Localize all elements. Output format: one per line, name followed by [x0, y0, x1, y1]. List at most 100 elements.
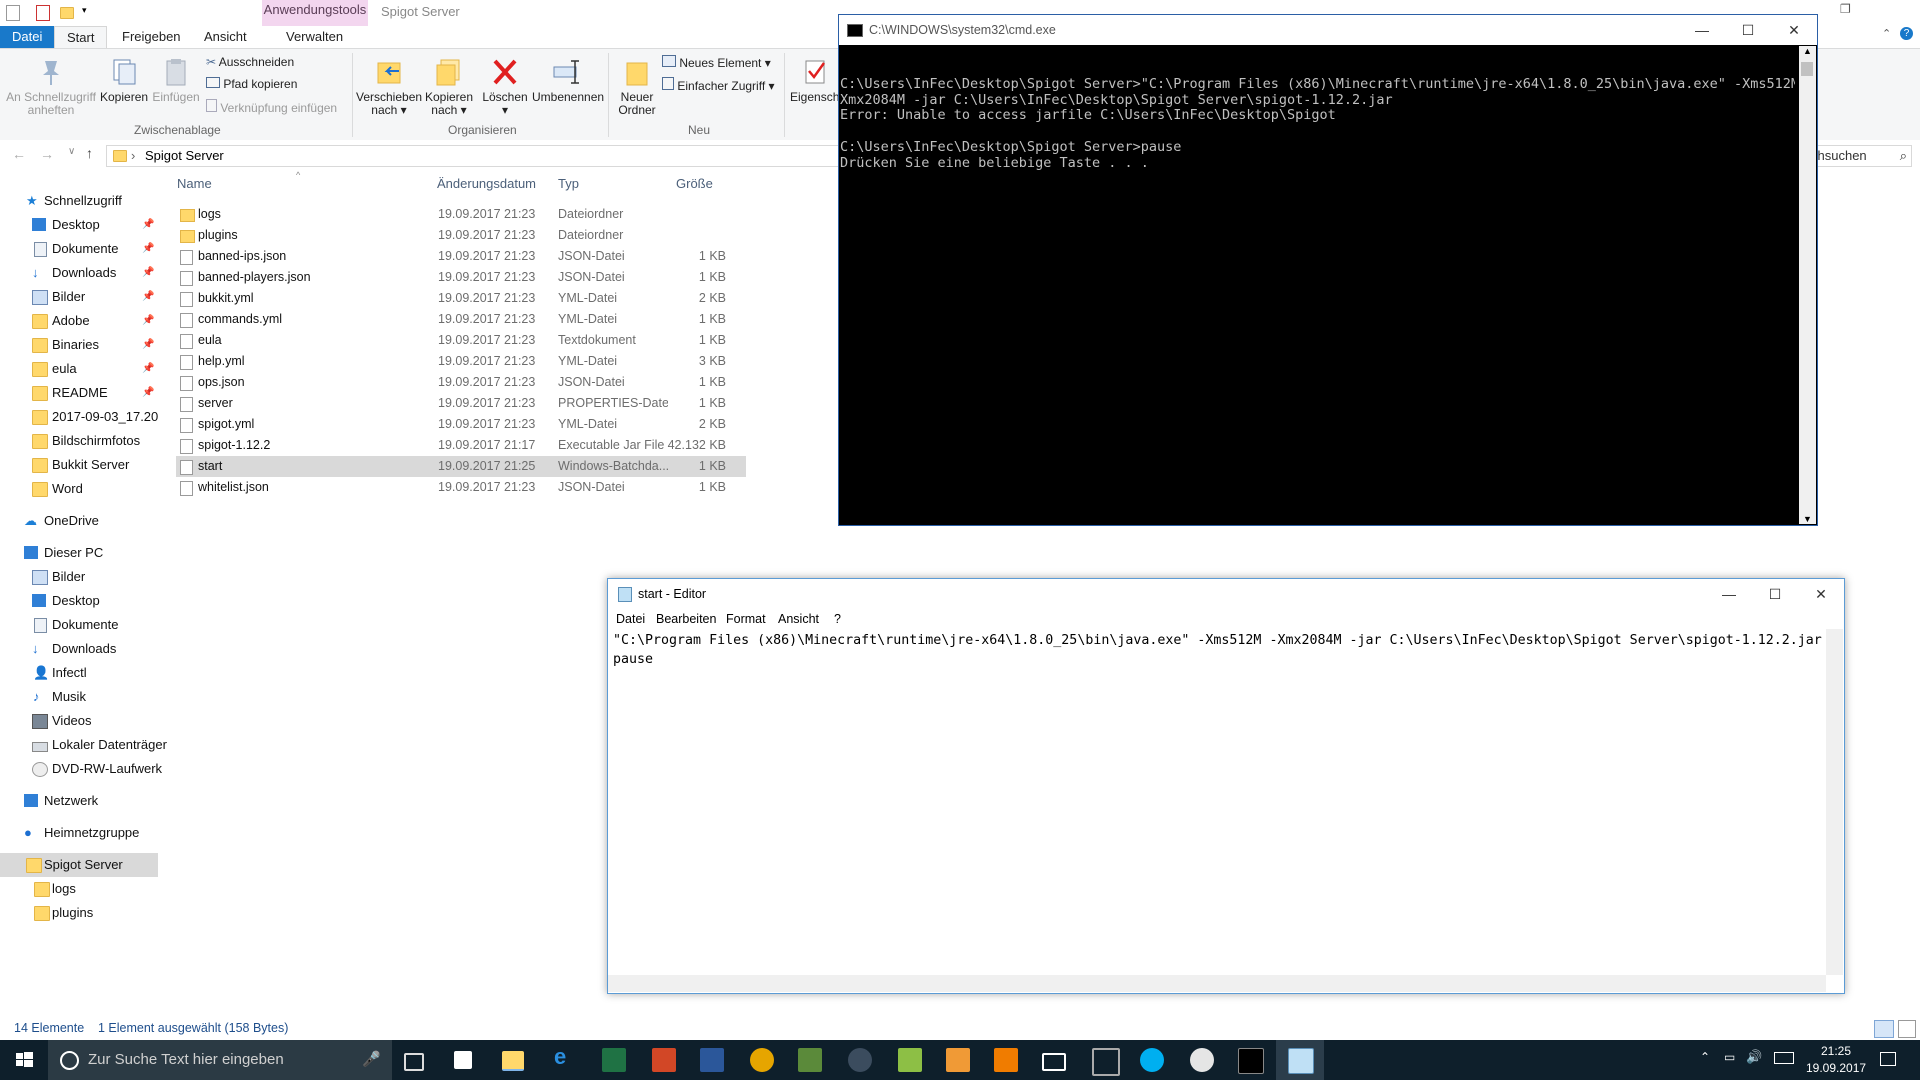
address-input[interactable]: › Spigot Server: [106, 145, 848, 167]
minimize-button[interactable]: —: [1706, 579, 1752, 609]
nav-dokumente[interactable]: Dokumente 📌: [0, 237, 158, 261]
details-view-icon[interactable]: [1874, 1020, 1894, 1038]
horizontal-scrollbar[interactable]: [608, 975, 1826, 992]
nav-homegroup[interactable]: ● Heimnetzgruppe: [0, 821, 158, 845]
cut-button[interactable]: ✂ Ausschneiden: [206, 55, 294, 69]
copy-to-button[interactable]: Kopieren nach ▾: [424, 57, 474, 117]
scroll-down-icon[interactable]: ▼: [1803, 514, 1812, 524]
file-row[interactable]: ops.json 19.09.2017 21:23 JSON-Datei 1 KB: [176, 372, 746, 393]
paste-button[interactable]: Einfügen: [152, 57, 200, 104]
menu-datei[interactable]: Datei: [616, 609, 645, 629]
up-arrow-icon[interactable]: ↑: [86, 145, 93, 161]
tab-start[interactable]: Start: [54, 26, 108, 50]
tiles-view-icon[interactable]: [1898, 1020, 1916, 1038]
chevron-up-icon[interactable]: ⌃: [1882, 27, 1891, 40]
file-row[interactable]: help.yml 19.09.2017 21:23 YML-Datei 3 KB: [176, 351, 746, 372]
nav-pc-downloads[interactable]: ↓ Downloads: [0, 637, 158, 661]
nav-eula[interactable]: eula 📌: [0, 357, 158, 381]
nav-adobe[interactable]: Adobe 📌: [0, 309, 158, 333]
column-header-date[interactable]: Änderungsdatum: [437, 176, 536, 191]
maximize-button[interactable]: ☐: [1752, 579, 1798, 609]
nav-pc-local-disk[interactable]: Lokaler Datenträger: [0, 733, 167, 757]
file-row[interactable]: server 19.09.2017 21:23 PROPERTIES-Datei 1 …: [176, 393, 746, 414]
tab-ansicht[interactable]: Ansicht: [192, 26, 259, 48]
nav-logs[interactable]: logs: [0, 877, 158, 901]
cmd-output[interactable]: C:\Users\InFec\Desktop\Spigot Server>"C:…: [840, 61, 1795, 521]
nav-pc-musik[interactable]: ♪ Musik: [0, 685, 158, 709]
tab-freigeben[interactable]: Freigeben: [110, 26, 193, 48]
nav-this-pc[interactable]: Dieser PC: [0, 541, 158, 565]
nav-pc-infectl[interactable]: 👤 Infectl: [0, 661, 158, 685]
edge-icon[interactable]: e: [554, 1044, 578, 1069]
new-folder-button[interactable]: Neuer Ordner: [612, 57, 662, 117]
minimize-button[interactable]: —: [1679, 15, 1725, 45]
column-header-name[interactable]: Name: [177, 176, 212, 191]
itunes-icon[interactable]: [1190, 1048, 1214, 1072]
nav-readme[interactable]: README 📌: [0, 381, 158, 405]
easy-access-button[interactable]: Einfacher Zugriff ▾: [662, 77, 775, 93]
nav-binaries[interactable]: Binaries 📌: [0, 333, 158, 357]
task-view-icon[interactable]: [404, 1053, 424, 1071]
cmd-scrollbar[interactable]: ▲ ▼: [1799, 46, 1816, 524]
menu-help[interactable]: ?: [834, 609, 841, 629]
file-explorer-icon[interactable]: [502, 1051, 524, 1071]
nav-pc-bilder[interactable]: Bilder: [0, 565, 158, 589]
keyboard-icon[interactable]: [1774, 1052, 1794, 1064]
breadcrumb-current[interactable]: Spigot Server: [145, 146, 224, 166]
skype-icon[interactable]: [1140, 1048, 1164, 1072]
settings-app-icon[interactable]: [1092, 1048, 1120, 1076]
menu-bearbeiten[interactable]: Bearbeiten: [656, 609, 716, 629]
search-icon[interactable]: ⌕: [1900, 146, 1907, 166]
microphone-icon[interactable]: 🎤: [362, 1040, 381, 1080]
cmd-titlebar[interactable]: C:\WINDOWS\system32\cmd.exe — ☐ ✕: [839, 15, 1817, 45]
properties-icon[interactable]: [6, 5, 20, 21]
vertical-scrollbar[interactable]: [1826, 629, 1843, 975]
new-folder-icon[interactable]: [60, 7, 74, 19]
notepad-titlebar[interactable]: start - Editor — ☐ ✕: [608, 579, 1844, 609]
nav-spigot-server-selected[interactable]: Spigot Server: [0, 853, 158, 877]
nav-pc-dokumente[interactable]: Dokumente: [0, 613, 158, 637]
notepad-text-area[interactable]: "C:\Program Files (x86)\Minecraft\runtim…: [613, 631, 1823, 931]
tray-chevron-icon[interactable]: ⌃: [1700, 1050, 1710, 1064]
menu-format[interactable]: Format: [726, 609, 766, 629]
chevron-down-icon[interactable]: ∨: [68, 146, 75, 157]
file-row[interactable]: eula 19.09.2017 21:23 Textdokument 1 KB: [176, 330, 746, 351]
pin-quick-access-button[interactable]: An Schnellzugriff anheften: [6, 57, 96, 117]
close-button[interactable]: ✕: [1771, 15, 1817, 45]
file-row[interactable]: banned-ips.json 19.09.2017 21:23 JSON-Date…: [176, 246, 746, 267]
file-row[interactable]: commands.yml 19.09.2017 21:23 YML-Datei 1 K…: [176, 309, 746, 330]
taskbar-clock[interactable]: 21:25 19.09.2017: [1806, 1043, 1866, 1077]
minecraft-icon[interactable]: [798, 1048, 822, 1072]
file-row[interactable]: plugins 19.09.2017 21:23 Dateiordner: [176, 225, 746, 246]
file-row[interactable]: logs 19.09.2017 21:23 Dateiordner: [176, 204, 746, 225]
chevron-down-icon[interactable]: ▾: [82, 5, 87, 16]
back-arrow-icon[interactable]: ←: [12, 146, 26, 162]
file-row[interactable]: spigot.yml 19.09.2017 21:23 YML-Datei 2 KB: [176, 414, 746, 435]
notepadpp-icon[interactable]: [898, 1048, 922, 1072]
nav-quick-access[interactable]: ★ Schnellzugriff: [0, 189, 158, 213]
nav-network[interactable]: Netzwerk: [0, 789, 158, 813]
new-item-button[interactable]: Neues Element ▾: [662, 55, 771, 70]
cmd-window[interactable]: C:\WINDOWS\system32\cmd.exe — ☐ ✕ C:\Use…: [838, 14, 1818, 526]
checkmark-icon[interactable]: [36, 5, 50, 21]
start-button[interactable]: [0, 1040, 48, 1080]
move-to-button[interactable]: Verschieben nach ▾: [356, 57, 422, 117]
rename-button[interactable]: Umbenennen: [532, 57, 604, 104]
quick-access-toolbar[interactable]: ▾: [6, 5, 94, 21]
mail-icon[interactable]: [1042, 1053, 1066, 1071]
forward-arrow-icon[interactable]: →: [40, 146, 54, 162]
volume-icon[interactable]: 🔊: [1746, 1049, 1762, 1065]
chrome-icon[interactable]: [750, 1048, 774, 1072]
help-icon[interactable]: ?: [1900, 27, 1913, 40]
action-center-icon[interactable]: [1880, 1052, 1896, 1066]
scroll-up-icon[interactable]: ▲: [1803, 46, 1812, 56]
file-row[interactable]: spigot-1.12.2 19.09.2017 21:17 Executable …: [176, 435, 746, 456]
nav-2017-folder[interactable]: 2017-09-03_17.20.33: [0, 405, 158, 429]
nav-desktop[interactable]: Desktop 📌: [0, 213, 158, 237]
column-header-type[interactable]: Typ: [558, 176, 579, 191]
copy-path-button[interactable]: Pfad kopieren: [206, 77, 297, 91]
taskbar-search-input[interactable]: Zur Suche Text hier eingeben 🎤: [48, 1040, 392, 1080]
copy-button[interactable]: Kopieren: [100, 57, 148, 104]
restore-icon[interactable]: ❐: [1840, 2, 1851, 16]
paste-shortcut-button[interactable]: Verknüpfung einfügen: [206, 99, 337, 115]
